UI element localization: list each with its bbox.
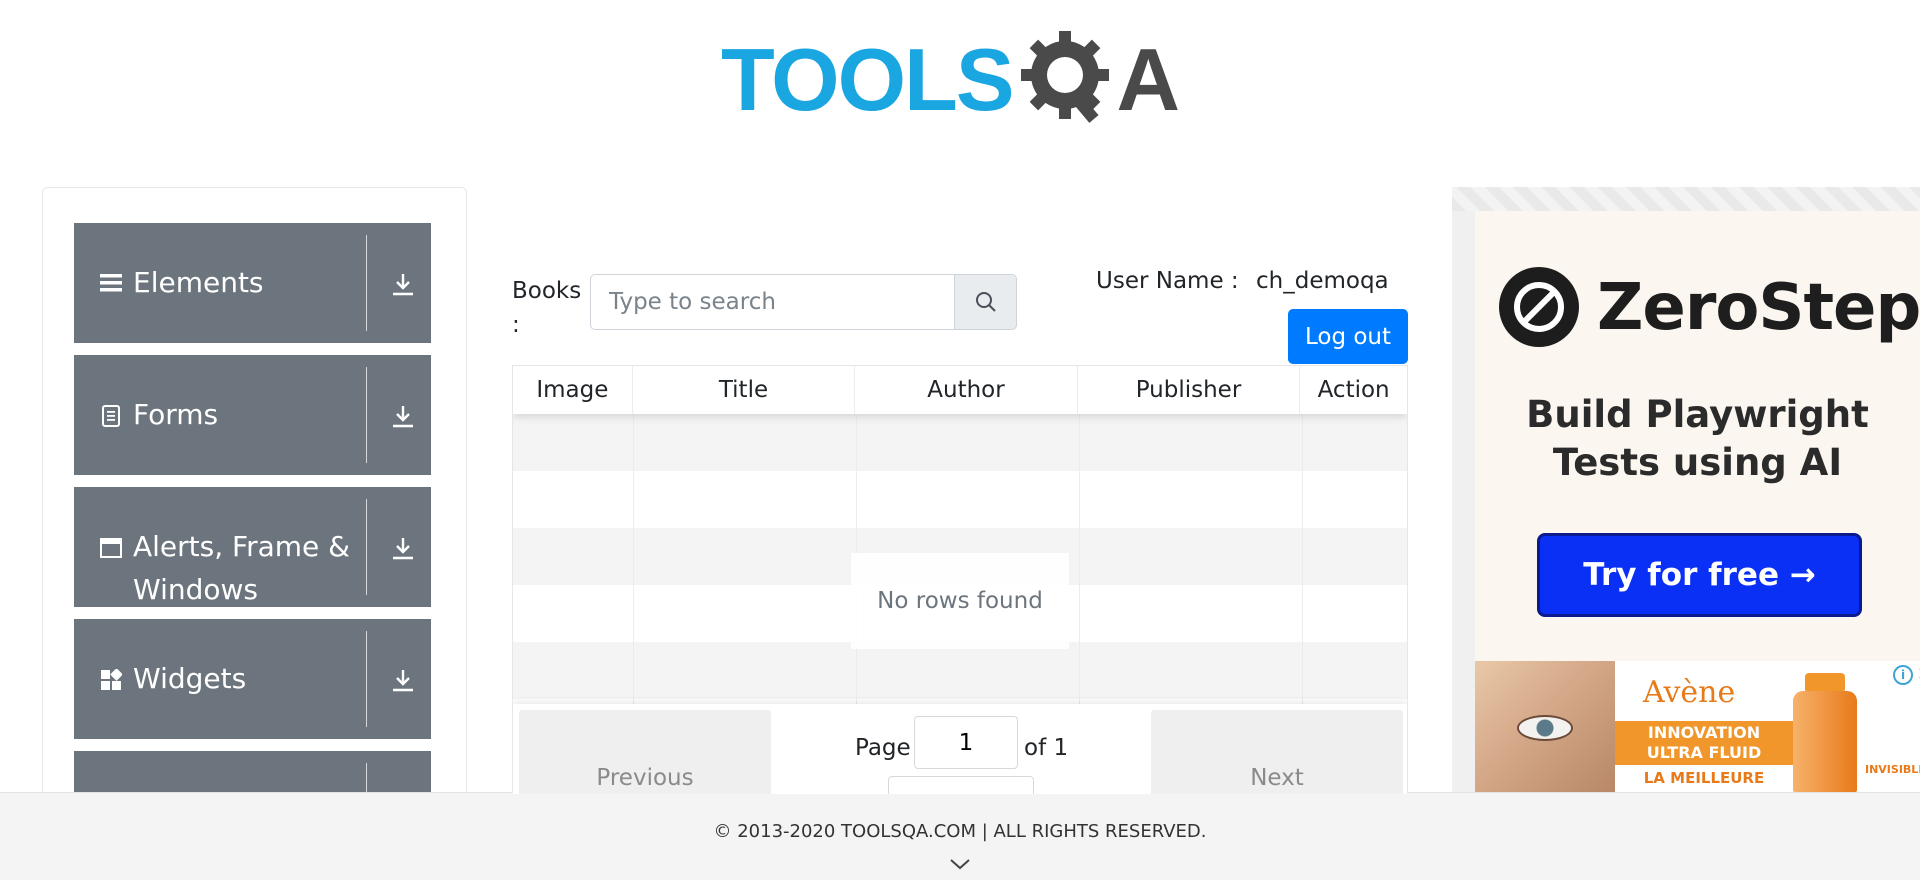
document-icon [102,405,120,427]
ad-cta-button[interactable]: Try for free → [1537,533,1862,617]
bottle-cap-image [1805,673,1845,693]
page-number-input[interactable] [914,716,1018,769]
ad-pattern [1452,187,1920,211]
footer-copyright: © 2013-2020 TOOLSQA.COM | ALL RIGHTS RES… [713,821,1207,842]
ad2-band-line: INNOVATION [1647,723,1761,742]
toolsqa-logo[interactable]: TOOLS A [721,24,1203,136]
rows-per-page-select[interactable] [888,776,1034,794]
search-input[interactable] [590,274,954,330]
books-label: Books : [512,278,582,338]
download-icon[interactable] [389,403,417,431]
ad-avene[interactable]: Avène INNOVATION ULTRA FLUID LA MEILLEUR… [1475,661,1920,792]
search-icon [975,292,996,312]
logo-wordmark-a: A [1116,30,1181,129]
table-header: Image Title Author Publisher Action [513,366,1407,414]
ad-zerostep[interactable]: ZeroStep Build Playwright Tests using AI… [1475,211,1920,661]
ad-headline: Build Playwright Tests using AI [1475,391,1920,487]
divider [366,631,367,727]
pagination: Previous Page of 1 Next [513,704,1407,794]
logo-gear-icon [1020,31,1109,123]
previous-button[interactable]: Previous [519,710,771,794]
ad2-tag: INVISIBLE [1865,763,1920,776]
column-divider [1079,414,1080,754]
ad2-brand: Avène [1643,675,1736,710]
sidebar-group-label: Windows [133,573,258,606]
window-icon [100,538,122,558]
total-pages-label: of 1 [1024,735,1069,761]
search-box [590,274,1017,330]
sidebar-group-label: Elements [133,266,264,299]
sidebar: Elements Forms Alerts, Frame & Windows W… [42,187,467,880]
column-header-image[interactable]: Image [513,366,633,414]
sidebar-group-label: Forms [133,398,219,431]
sidebar-group-elements[interactable]: Elements [74,223,431,343]
zerostep-logo-icon [1499,267,1579,347]
user-name-label: User Name : [1096,268,1239,294]
download-icon[interactable] [389,667,417,695]
table-row [513,471,1407,528]
ad2-band: INNOVATION ULTRA FLUID [1615,721,1793,765]
ad-info-icon[interactable]: i [1893,665,1913,685]
page-label: Page [855,735,911,761]
table-row [513,414,1407,471]
column-header-publisher[interactable]: Publisher [1078,366,1301,414]
no-rows-message: No rows found [851,553,1069,649]
table-row [513,642,1407,699]
hamburger-icon [100,274,122,292]
logo-wordmark-tools: TOOLS [721,30,1015,129]
column-divider [1302,414,1303,754]
sidebar-group-forms[interactable]: Forms [74,355,431,475]
books-table: Image Title Author Publisher Action No r… [512,365,1408,795]
advertisement[interactable]: ZeroStep Build Playwright Tests using AI… [1452,187,1920,792]
sidebar-group-label: Alerts, Frame & [133,530,351,563]
search-button[interactable] [954,274,1017,330]
download-icon[interactable] [389,271,417,299]
next-button[interactable]: Next [1151,710,1403,794]
column-divider [633,414,634,754]
footer: © 2013-2020 TOOLSQA.COM | ALL RIGHTS RES… [0,792,1920,880]
sidebar-group-alerts[interactable]: Alerts, Frame & Windows [74,487,431,607]
column-header-action[interactable]: Action [1300,366,1407,414]
divider [366,235,367,331]
divider [366,367,367,463]
ad-headline-line: Tests using AI [1552,441,1843,484]
ad2-band-line: ULTRA FLUID [1646,743,1762,762]
widgets-icon [101,669,122,690]
ad-headline-line: Build Playwright [1526,393,1869,436]
bottle-image [1793,691,1857,792]
sidebar-group-label: Widgets [133,662,247,695]
logout-button[interactable]: Log out [1288,309,1408,364]
divider [366,499,367,595]
column-header-title[interactable]: Title [633,366,856,414]
ad2-sub: LA MEILLEURE [1615,765,1793,792]
chevron-down-icon[interactable] [948,855,972,873]
ad-brand: ZeroStep [1597,271,1920,345]
ad-face-image [1475,661,1615,792]
column-header-author[interactable]: Author [855,366,1078,414]
eye-image [1517,715,1573,741]
sidebar-group-widgets[interactable]: Widgets [74,619,431,739]
download-icon[interactable] [389,535,417,563]
user-name-value: ch_demoqa [1256,268,1389,294]
